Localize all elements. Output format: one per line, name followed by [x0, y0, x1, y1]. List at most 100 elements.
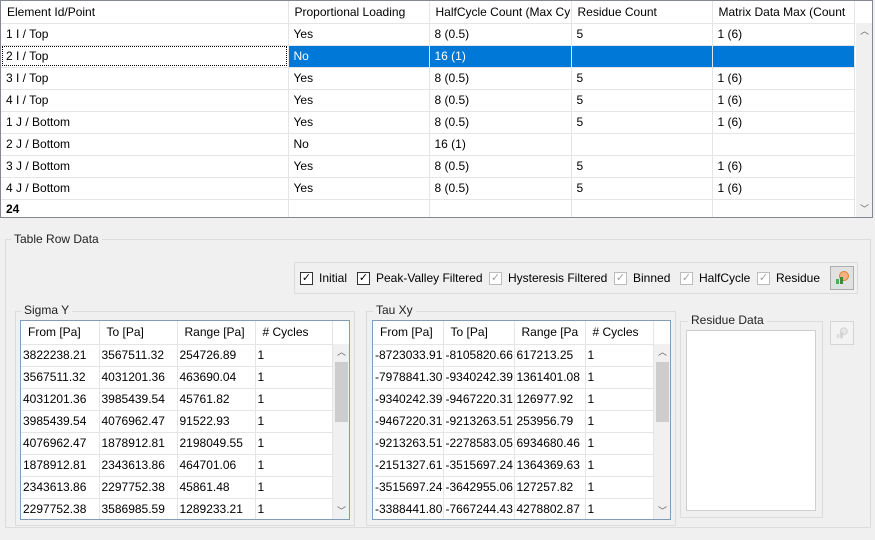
table-cell[interactable]: -3642955.06	[443, 476, 515, 499]
table-cell[interactable]: 3 J / Bottom	[1, 155, 289, 178]
table-cell[interactable]: -7667244.43	[443, 498, 515, 519]
table-cell[interactable]: 1364369.63	[514, 454, 586, 477]
table-cell[interactable]: 3 I / Top	[1, 67, 289, 90]
table-cell[interactable]: 8 (0.5)	[429, 111, 572, 134]
table-row[interactable]: 2297752.38 3586985.59 1289233.21 1	[21, 498, 333, 519]
table-cell[interactable]: -2278583.05	[443, 432, 515, 455]
table-cell[interactable]: 1 I / Top	[1, 23, 289, 46]
table-cell[interactable]: 1 (6)	[712, 177, 855, 200]
column-header[interactable]: HalfCycle Count (Max Cy	[429, 1, 572, 24]
checkbox-check-icon[interactable]: ✓	[357, 271, 370, 285]
table-cell[interactable]: -9467220.31	[443, 388, 515, 411]
tau-xy-scrollbar[interactable]: ︿ ﹀	[654, 344, 670, 519]
table-cell[interactable]: 45761.82	[177, 388, 256, 411]
table-cell[interactable]: 5	[571, 67, 713, 90]
table-cell[interactable]: 5	[571, 111, 713, 134]
table-cell[interactable]: 1878912.81	[21, 454, 100, 477]
table-row[interactable]: -9467220.31 -9213263.51 253956.79 1	[373, 410, 654, 433]
table-cell[interactable]: 5	[571, 155, 713, 178]
column-header[interactable]: Element Id/Point	[1, 1, 289, 24]
table-row[interactable]: -2151327.61 -3515697.24 1364369.63 1	[373, 454, 654, 477]
scroll-down-arrow-icon[interactable]: ﹀	[333, 503, 349, 519]
table-cell[interactable]: -3388441.80	[373, 498, 444, 519]
table-row[interactable]: 3567511.32 4031201.36 463690.04 1	[21, 366, 333, 389]
table-cell[interactable]: 1 (6)	[712, 89, 855, 112]
table-cell[interactable]: Yes	[288, 89, 430, 112]
column-header[interactable]: To [Pa]	[443, 321, 515, 345]
table-cell[interactable]: 2 J / Bottom	[1, 133, 289, 156]
table-cell[interactable]: -9340242.39	[443, 366, 515, 389]
checkbox-check-icon[interactable]: ✓	[300, 271, 313, 285]
table-row[interactable]: -3388441.80 -7667244.43 4278802.87 1	[373, 498, 654, 519]
table-row[interactable]: 3 J / Bottom Yes 8 (0.5) 5 1 (6)	[1, 155, 855, 178]
table-cell[interactable]: 8 (0.5)	[429, 89, 572, 112]
checkbox-check-icon[interactable]: ✓	[614, 271, 627, 285]
table-cell[interactable]: 3567511.32	[21, 366, 100, 389]
tau-xy-grid[interactable]: From [Pa] To [Pa] Range [Pa # Cycles -87230…	[372, 320, 671, 520]
table-cell[interactable]: 1	[585, 454, 654, 477]
checkbox-check-icon[interactable]: ✓	[757, 271, 770, 285]
table-row[interactable]: 4 J / Bottom Yes 8 (0.5) 5 1 (6)	[1, 177, 855, 200]
checkbox-peak-valley-filtered[interactable]: ✓ Peak-Valley Filtered	[357, 270, 483, 286]
table-cell[interactable]: 463690.04	[177, 366, 256, 389]
table-cell[interactable]: 127257.82	[514, 476, 586, 499]
checkbox-halfcycle[interactable]: ✓ HalfCycle	[680, 270, 750, 286]
scroll-down-arrow-icon[interactable]: ﹀	[856, 201, 872, 217]
table-cell[interactable]: 1	[585, 366, 654, 389]
table-cell[interactable]: 1	[255, 498, 333, 519]
table-cell[interactable]: 1	[255, 366, 333, 389]
table-cell[interactable]: 1	[585, 388, 654, 411]
table-cell[interactable]: 16 (1)	[429, 133, 572, 156]
table-cell[interactable]: -9340242.39	[373, 388, 444, 411]
table-cell[interactable]: 3985439.54	[99, 388, 178, 411]
table-cell[interactable]: 254726.89	[177, 344, 256, 367]
scroll-up-arrow-icon[interactable]: ︿	[856, 23, 872, 40]
table-cell[interactable]: Yes	[288, 155, 430, 178]
scroll-thumb[interactable]	[858, 40, 871, 201]
table-row[interactable]: 2 I / Top No 16 (1)	[1, 45, 855, 68]
sigma-y-scrollbar[interactable]: ︿ ﹀	[333, 344, 349, 519]
table-cell[interactable]	[712, 45, 855, 68]
table-cell[interactable]: 126977.92	[514, 388, 586, 411]
table-cell[interactable]: 45861.48	[177, 476, 256, 499]
table-cell[interactable]: 8 (0.5)	[429, 23, 572, 46]
table-cell[interactable]: 1	[255, 410, 333, 433]
table-cell[interactable]: -8105820.66	[443, 344, 515, 367]
column-header[interactable]: From [Pa]	[373, 321, 444, 345]
table-row[interactable]: 3985439.54 4076962.47 91522.93 1	[21, 410, 333, 433]
column-header[interactable]: # Cycles	[255, 321, 333, 345]
table-cell[interactable]	[712, 133, 855, 156]
table-cell[interactable]: 1	[585, 410, 654, 433]
scroll-up-arrow-icon[interactable]: ︿	[654, 344, 670, 361]
table-cell[interactable]: 4278802.87	[514, 498, 586, 519]
checkbox-initial[interactable]: ✓ Initial	[300, 270, 347, 286]
table-cell[interactable]: -9213263.51	[373, 432, 444, 455]
checkbox-check-icon[interactable]: ✓	[680, 271, 693, 285]
table-cell[interactable]: 464701.06	[177, 454, 256, 477]
scroll-thumb[interactable]	[335, 362, 348, 422]
table-cell[interactable]: 3567511.32	[99, 344, 178, 367]
table-row[interactable]: 3 I / Top Yes 8 (0.5) 5 1 (6)	[1, 67, 855, 90]
table-cell[interactable]: -9467220.31	[373, 410, 444, 433]
table-cell[interactable]: 1	[255, 454, 333, 477]
table-row[interactable]: 2343613.86 2297752.38 45861.48 1	[21, 476, 333, 499]
table-cell[interactable]: 4031201.36	[99, 366, 178, 389]
table-cell[interactable]: 1 J / Bottom	[1, 111, 289, 134]
table-cell[interactable]: 5	[571, 89, 713, 112]
table-cell[interactable]: 1	[585, 432, 654, 455]
table-cell[interactable]: 16 (1)	[429, 45, 572, 68]
table-cell[interactable]: 1361401.08	[514, 366, 586, 389]
table-cell[interactable]: 1 (6)	[712, 67, 855, 90]
column-header[interactable]: To [Pa]	[99, 321, 178, 345]
refresh-chart-button[interactable]	[830, 266, 854, 290]
table-cell[interactable]: 2343613.86	[21, 476, 100, 499]
scroll-up-arrow-icon[interactable]: ︿	[333, 344, 349, 361]
table-cell[interactable]: Yes	[288, 111, 430, 134]
table-cell[interactable]: 1	[255, 432, 333, 455]
residue-data-list[interactable]	[686, 330, 816, 511]
table-cell[interactable]: 1 (6)	[712, 155, 855, 178]
table-cell[interactable]: -3515697.24	[443, 454, 515, 477]
table-cell[interactable]: -3515697.24	[373, 476, 444, 499]
table-cell[interactable]: 253956.79	[514, 410, 586, 433]
checkbox-binned[interactable]: ✓ Binned	[614, 270, 670, 286]
